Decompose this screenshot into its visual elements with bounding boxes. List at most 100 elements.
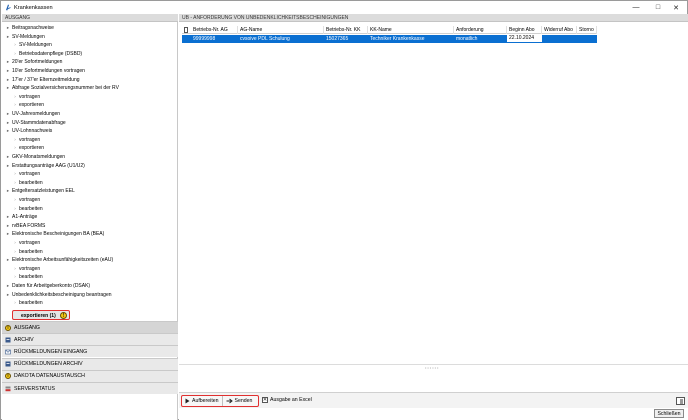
close-window-button[interactable]: ✕ <box>665 1 687 14</box>
column-header[interactable]: Anforderung <box>454 26 507 34</box>
chevron-right-icon: › <box>14 42 16 48</box>
expand-arrow-icon[interactable]: ▸ <box>5 67 11 76</box>
tree-item[interactable]: ▸ Elektronische Bescheinigungen BA (BEA) <box>5 230 104 239</box>
tree-item[interactable]: ▸ Unbedenklichkeitsbescheinigung beantrag… <box>5 291 112 300</box>
expand-arrow-icon[interactable]: ▸ <box>5 230 11 239</box>
tree-item[interactable]: › Betriebsdatenpflege (DSBD) <box>12 50 82 59</box>
expand-arrow-icon[interactable]: ▸ <box>5 119 11 128</box>
tree-item[interactable]: ▸ Entgeltersatzleistungen EEL <box>5 187 75 196</box>
chevron-right-icon: › <box>14 145 16 151</box>
tree-item[interactable]: ▸ UV-Jahresmeldungen <box>5 110 60 119</box>
column-header[interactable]: Betriebs-Nr. AG <box>191 26 238 34</box>
tree-item[interactable]: › exportieren <box>12 101 44 110</box>
panel-toggle-button[interactable] <box>676 397 685 405</box>
tree-item[interactable]: ▸ 10'er Sofortmeldungen vortragen <box>5 67 85 76</box>
nav-r-ckmeldungen-archiv[interactable]: RÜCKMELDUNGEN ARCHIV <box>2 357 178 370</box>
tree-item[interactable]: ▸ 20'er Sofortmeldungen <box>5 58 63 67</box>
tree-item[interactable]: › vortragen <box>12 136 40 145</box>
tree-item[interactable]: ▸ Beitragsnachweise <box>5 24 54 33</box>
tree-item[interactable]: ▸ Abfrage Sozialversicherungsnummer bei d… <box>5 84 119 93</box>
tree-item[interactable]: › bearbeiten <box>12 179 42 188</box>
nav-ausgang[interactable]: ! AUSGANG <box>2 321 178 333</box>
column-header[interactable]: Betriebs-Nr. KK <box>324 26 368 34</box>
tree-item-label: Abfrage Sozialversicherungsnummer bei de… <box>12 85 119 92</box>
excel-checkbox-label: Ausgabe an Excel <box>270 397 312 403</box>
column-header[interactable]: Beginn Abo <box>507 26 542 34</box>
tree-item[interactable]: ▸ Elektronische Arbeitsunfähigkeitszeiten… <box>5 256 113 265</box>
expand-arrow-icon[interactable]: ▸ <box>5 213 11 222</box>
tree-item-label: vortragen <box>19 171 41 178</box>
expand-arrow-icon[interactable]: ▸ <box>5 187 11 196</box>
tree-item[interactable]: › exportieren <box>12 144 44 153</box>
minimize-button[interactable]: — <box>625 1 647 14</box>
tree-item[interactable]: ▸ 17'er / 37'er Elternzeitmeldung <box>5 76 80 85</box>
tree-item[interactable]: › vortragen <box>12 265 40 274</box>
tree-item[interactable]: ▸ Daten für Arbeitgeberkonto (DSAK) <box>5 282 90 291</box>
tree-item[interactable]: › vortragen <box>12 170 40 179</box>
expand-arrow-icon[interactable]: ▸ <box>5 110 11 119</box>
tree-item[interactable]: › vortragen <box>12 196 40 205</box>
tree-item[interactable]: ▸ UV-Lohnnachweis <box>5 127 52 136</box>
column-header[interactable]: AG-Name <box>238 26 324 34</box>
tree-item[interactable]: ▸ GKV-Monatsmeldungen <box>5 153 65 162</box>
tree-item-label: Entgeltersatzleistungen EEL <box>12 188 75 195</box>
tree-item[interactable]: ▸ Erstattungsanträge AAG (U1/U2) <box>5 162 85 171</box>
expand-arrow-icon[interactable]: ▸ <box>5 282 11 291</box>
nav-label: RÜCKMELDUNGEN EINGANG <box>14 348 88 355</box>
tree-item[interactable]: › vortragen <box>12 239 40 248</box>
tree-item-label: UV-Jahresmeldungen <box>12 111 61 117</box>
tree-item-label: 10'er Sofortmeldungen vortragen <box>12 68 85 74</box>
tree-item[interactable]: ▸ UV-Stammdatenabfrage <box>5 119 66 128</box>
expand-arrow-icon[interactable]: ▸ <box>5 153 11 162</box>
nav-label: ARCHIV <box>14 336 34 343</box>
nav-archiv[interactable]: ARCHIV <box>2 333 178 346</box>
title-bar: Krankenkassen — □ ✕ <box>1 1 687 14</box>
column-header[interactable]: Widerruf Abo <box>542 26 577 34</box>
aufbereiten-button[interactable]: Aufbereiten <box>182 396 222 406</box>
tree-item[interactable]: ▸ A1-Anträge <box>5 213 37 222</box>
right-section-header: UB - ANFORDERUNG VON UNBEDENKLICHKEITSBE… <box>179 14 688 22</box>
tree-item[interactable]: › bearbeiten <box>12 205 42 214</box>
expand-arrow-icon[interactable]: ▸ <box>5 127 11 136</box>
expand-arrow-icon[interactable]: ▸ <box>5 84 11 93</box>
table-row[interactable]: 99999998 cvsoive PDL Schulung 15027365 Tech… <box>182 34 597 43</box>
tree-item[interactable]: › SV-Meldungen <box>12 41 52 50</box>
expand-arrow-icon[interactable]: ▸ <box>5 33 11 42</box>
nav-serverstatus[interactable]: SERVERSTATUS <box>2 382 178 394</box>
table-cell: 15027365 <box>326 35 349 42</box>
nav-label: AUSGANG <box>14 324 40 331</box>
expand-arrow-icon[interactable]: ▸ <box>5 24 11 33</box>
expand-arrow-icon[interactable]: ▸ <box>5 222 11 231</box>
chevron-right-icon: › <box>14 102 16 108</box>
tree-item[interactable]: › bearbeiten <box>12 299 42 308</box>
close-button[interactable]: Schließen <box>654 409 684 418</box>
left-panel: AUSGANG ▸ Beitragsnachweise ▸ SV-Meldungen ›… <box>2 14 178 420</box>
chevron-right-icon: › <box>14 93 16 99</box>
document-icon <box>184 27 188 33</box>
senden-button[interactable]: Senden <box>221 396 256 406</box>
tree-item[interactable]: › bearbeiten <box>12 273 42 282</box>
tree-item-label: Elektronische Arbeitsunfähigkeitszeiten … <box>12 257 114 264</box>
column-header[interactable]: Storno <box>577 26 597 34</box>
tree-item[interactable]: ▸ rvBEA FORMS <box>5 222 45 231</box>
nav-r-ckmeldungen-eingang[interactable]: RÜCKMELDUNGEN EINGANG <box>2 345 178 358</box>
tree-item-selected[interactable]: exportieren (1) ! <box>12 310 70 320</box>
tree-item-label: exportieren <box>19 102 45 109</box>
nav-dakota-datenaustausch[interactable]: ! DAKOTA DATENAUSTAUSCH <box>2 369 178 382</box>
expand-arrow-icon[interactable]: ▸ <box>5 76 11 85</box>
tree-item[interactable]: ▸ SV-Meldungen <box>5 33 45 42</box>
tree-item[interactable]: › bearbeiten <box>12 248 42 257</box>
inbox-icon <box>5 349 11 355</box>
tree-item[interactable]: › vortragen <box>12 93 40 102</box>
column-header[interactable]: KK-Name <box>368 26 454 34</box>
expand-arrow-icon[interactable]: ▸ <box>5 291 11 300</box>
expand-arrow-icon[interactable]: ▸ <box>5 162 11 171</box>
expand-arrow-icon[interactable]: ▸ <box>5 256 11 265</box>
expand-arrow-icon[interactable]: ▸ <box>5 58 11 67</box>
chevron-right-icon: › <box>14 179 16 185</box>
chevron-right-icon: › <box>14 240 16 245</box>
excel-checkbox[interactable]: ✕ Ausgabe an Excel <box>262 397 312 403</box>
nav-label: RÜCKMELDUNGEN ARCHIV <box>14 361 83 368</box>
tree-item-label: exportieren <box>19 145 45 152</box>
app-logo-icon <box>6 4 11 11</box>
